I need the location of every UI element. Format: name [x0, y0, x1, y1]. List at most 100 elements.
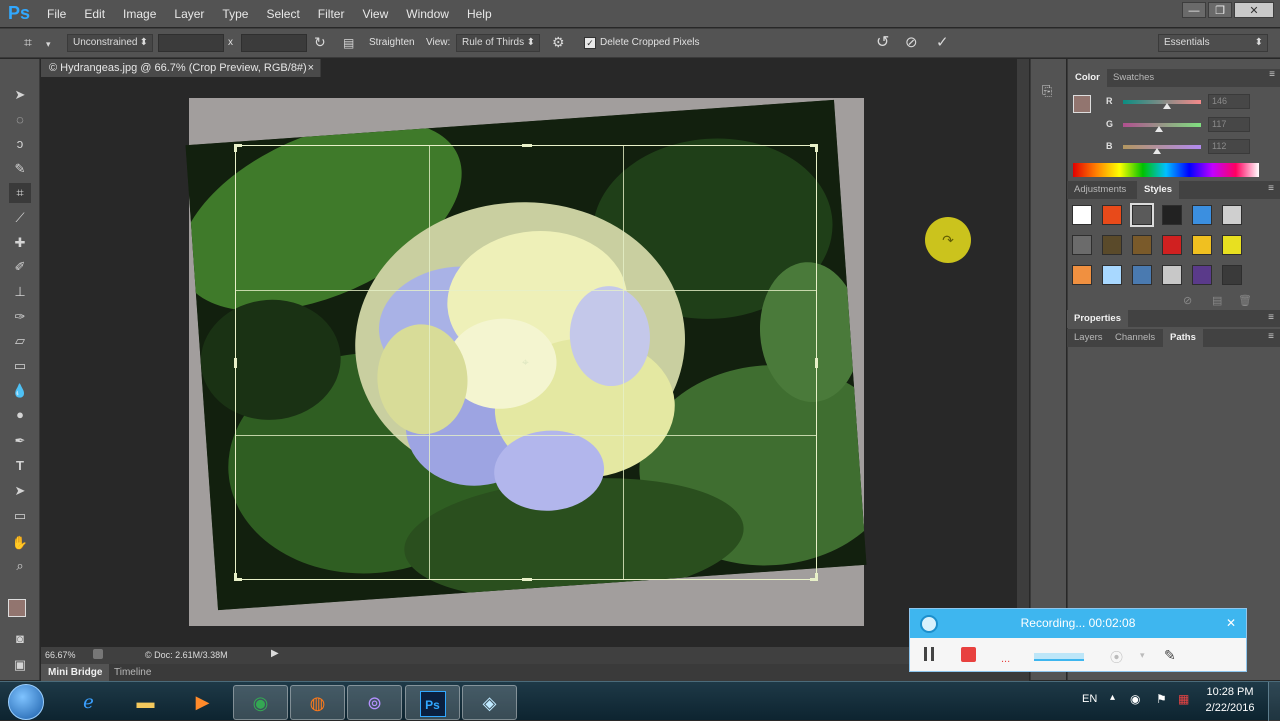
start-button[interactable] — [8, 684, 44, 720]
media-player-icon[interactable]: ▶ — [175, 685, 230, 720]
action-center-icon[interactable]: ⚑ — [1156, 692, 1167, 706]
brush-tool-icon[interactable]: ✐ — [9, 257, 31, 277]
gear-icon[interactable]: ⚙ — [552, 34, 565, 51]
zoom-tool-icon[interactable]: ⌕ — [9, 556, 31, 576]
panel-menu-icon[interactable]: ≡ — [1269, 69, 1275, 80]
quick-mask-icon[interactable]: ◙ — [9, 629, 31, 649]
menu-edit[interactable]: Edit — [75, 7, 114, 21]
style-preset[interactable] — [1132, 265, 1152, 285]
menu-window[interactable]: Window — [397, 7, 458, 21]
internet-explorer-icon[interactable]: ℯ — [61, 685, 116, 720]
tab-layers[interactable]: Layers — [1067, 329, 1110, 347]
style-preset[interactable] — [1162, 205, 1182, 225]
pause-button[interactable] — [924, 647, 934, 661]
style-preset[interactable] — [1072, 265, 1092, 285]
menu-help[interactable]: Help — [458, 7, 501, 21]
tab-adjustments[interactable]: Adjustments — [1067, 181, 1133, 199]
move-tool-icon[interactable]: ➤ — [9, 85, 31, 105]
delete-cropped-checkbox[interactable]: ✓ — [584, 37, 596, 49]
language-indicator[interactable]: EN — [1082, 693, 1097, 705]
workspace-select[interactable]: Essentials ⬍ — [1158, 34, 1268, 52]
style-preset[interactable] — [1222, 235, 1242, 255]
style-preset[interactable] — [1132, 235, 1152, 255]
style-preset[interactable] — [1102, 205, 1122, 225]
tab-styles[interactable]: Styles — [1137, 181, 1179, 199]
dodge-tool-icon[interactable]: ● — [9, 405, 31, 425]
new-style-icon[interactable]: ▤ — [1212, 294, 1222, 307]
status-menu-icon[interactable] — [93, 649, 103, 659]
history-brush-tool-icon[interactable]: ✑ — [9, 307, 31, 327]
gradient-tool-icon[interactable]: ▭ — [9, 356, 31, 376]
healing-brush-tool-icon[interactable]: ✚ — [9, 233, 31, 253]
color-spectrum-ramp[interactable] — [1073, 163, 1259, 177]
stop-button[interactable] — [961, 647, 976, 662]
tor-browser-icon[interactable]: ⊚ — [347, 685, 402, 720]
style-preset[interactable] — [1072, 235, 1092, 255]
zoom-level[interactable]: 66.67% — [45, 650, 76, 660]
hand-tool-icon[interactable]: ✋ — [9, 533, 31, 553]
marquee-tool-icon[interactable]: ◌ — [9, 110, 31, 130]
pen-annotate-icon[interactable]: ✎ — [1164, 647, 1176, 664]
type-tool-icon[interactable]: T — [9, 456, 31, 476]
style-preset[interactable] — [1162, 235, 1182, 255]
style-preset[interactable] — [1192, 205, 1212, 225]
network-icon[interactable]: ▦ — [1178, 692, 1189, 706]
width-field[interactable] — [158, 34, 224, 52]
overlay-view-select[interactable]: Rule of Thirds ⬍ — [456, 34, 540, 52]
menu-filter[interactable]: Filter — [309, 7, 354, 21]
crop-handle-left[interactable] — [234, 358, 237, 368]
eyedropper-tool-icon[interactable]: ⟋ — [9, 208, 31, 228]
menu-file[interactable]: File — [38, 7, 75, 21]
slider-thumb-b[interactable] — [1153, 148, 1161, 154]
green-value-field[interactable]: 117 — [1208, 117, 1250, 132]
blur-tool-icon[interactable]: 💧 — [9, 381, 31, 401]
menu-type[interactable]: Type — [213, 7, 257, 21]
red-value-field[interactable]: 146 — [1208, 94, 1250, 109]
restore-button[interactable]: ❐ — [1208, 2, 1232, 18]
height-field[interactable] — [241, 34, 307, 52]
document-tab-close-icon[interactable]: × — [308, 59, 314, 77]
panel-menu-icon[interactable]: ≡ — [1268, 312, 1274, 323]
straighten-icon[interactable]: ▤ — [343, 36, 354, 50]
close-window-button[interactable]: ✕ — [1234, 2, 1274, 18]
show-hidden-icons-icon[interactable]: ▴ — [1110, 692, 1115, 703]
pen-tool-icon[interactable]: ✒ — [9, 431, 31, 451]
crop-handle-bottom-left[interactable] — [234, 573, 242, 581]
style-preset[interactable] — [1222, 205, 1242, 225]
quick-select-tool-icon[interactable]: ✎ — [9, 159, 31, 179]
cancel-crop-icon[interactable]: ⊘ — [905, 33, 918, 51]
crop-box[interactable]: ⌖ — [234, 144, 818, 581]
chevron-down-icon[interactable]: ▾ — [1140, 650, 1145, 661]
tab-swatches[interactable]: Swatches — [1106, 69, 1161, 87]
crop-handle-right[interactable] — [815, 358, 818, 368]
status-arrow-icon[interactable]: ▶ — [271, 648, 279, 659]
crop-handle-top-right[interactable] — [810, 144, 818, 152]
style-preset[interactable] — [1162, 265, 1182, 285]
style-preset[interactable] — [1192, 265, 1212, 285]
history-panel-icon[interactable]: ⎘ — [1042, 83, 1052, 99]
swap-dimensions-icon[interactable]: ↻ — [314, 34, 326, 51]
crop-tool-icon[interactable]: ⌗ — [9, 183, 31, 203]
tab-channels[interactable]: Channels — [1108, 329, 1162, 347]
blue-slider[interactable] — [1123, 145, 1201, 149]
recorder-close-icon[interactable]: ✕ — [1226, 609, 1236, 638]
volume-meter[interactable] — [1034, 647, 1084, 661]
slider-thumb-r[interactable] — [1163, 103, 1171, 109]
style-preset[interactable] — [1130, 203, 1154, 227]
delete-style-icon[interactable]: 🗑 — [1238, 294, 1252, 307]
tab-timeline[interactable]: Timeline — [107, 664, 158, 681]
screen-recorder-taskbar-icon[interactable]: ◈ — [462, 685, 517, 720]
style-preset[interactable] — [1072, 205, 1092, 225]
crop-handle-bottom[interactable] — [522, 578, 532, 581]
blue-value-field[interactable]: 112 — [1208, 139, 1250, 154]
commit-crop-icon[interactable]: ✓ — [936, 33, 949, 51]
clear-style-icon[interactable]: ⊘ — [1183, 294, 1192, 307]
style-preset[interactable] — [1222, 265, 1242, 285]
tab-properties[interactable]: Properties — [1067, 310, 1128, 328]
minimize-button[interactable]: — — [1182, 2, 1206, 18]
style-preset[interactable] — [1192, 235, 1212, 255]
show-desktop-button[interactable] — [1268, 682, 1280, 721]
firefox-icon[interactable]: ◍ — [290, 685, 345, 720]
photoshop-taskbar-icon[interactable]: Ps — [405, 685, 460, 720]
tab-color[interactable]: Color — [1068, 69, 1107, 87]
